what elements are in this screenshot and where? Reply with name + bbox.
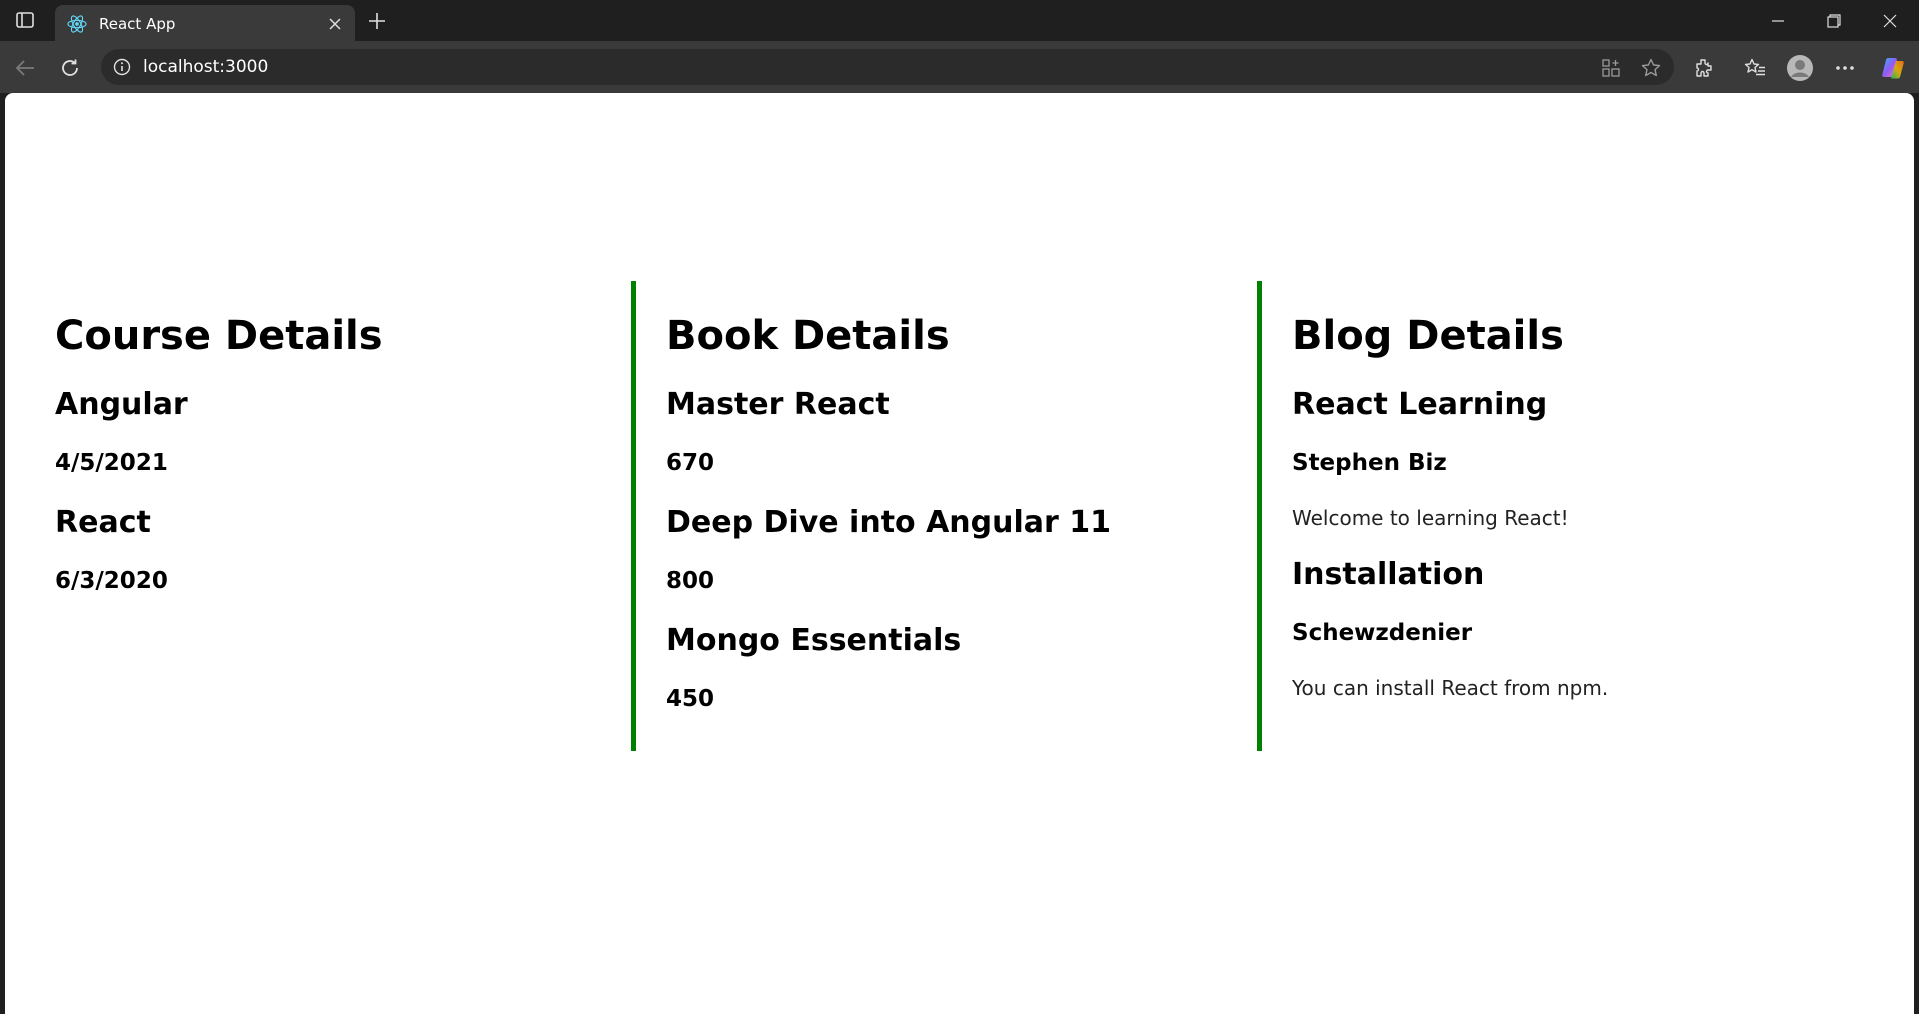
favorites-list-icon[interactable] — [1738, 51, 1772, 85]
address-bar[interactable]: localhost:3000 — [101, 49, 1674, 85]
blog-author: Schewzdenier — [1292, 620, 1473, 646]
react-logo-icon — [67, 14, 87, 34]
blog-title: React Learning — [1292, 387, 1548, 422]
book-name: Deep Dive into Angular 11 — [666, 505, 1112, 540]
book-item: Deep Dive into Angular 11 800 — [666, 503, 1257, 597]
close-window-icon[interactable] — [1862, 4, 1918, 38]
course-details-heading: Course Details — [55, 313, 383, 359]
new-tab-icon[interactable] — [362, 6, 392, 36]
tab-react-app[interactable]: React App — [55, 5, 355, 42]
blog-content: You can install React from npm. — [1292, 676, 1609, 700]
blog-details-section: Blog Details React Learning Stephen Biz … — [1257, 281, 1883, 751]
site-info-icon[interactable] — [113, 58, 131, 76]
profile-avatar-icon[interactable] — [1783, 51, 1817, 85]
course-details-section: Course Details Angular 4/5/2021 React 6/… — [5, 281, 631, 751]
url-text: localhost:3000 — [143, 57, 269, 77]
reload-icon[interactable] — [53, 51, 87, 85]
tab-title: React App — [99, 14, 176, 33]
course-name: Angular — [55, 387, 188, 422]
book-price: 450 — [666, 686, 715, 712]
back-arrow-icon[interactable] — [8, 51, 42, 85]
details-columns: Course Details Angular 4/5/2021 React 6/… — [5, 281, 1914, 751]
tab-actions-icon — [16, 12, 34, 28]
blog-item: React Learning Stephen Biz Welcome to le… — [1292, 385, 1883, 533]
tab-close-icon[interactable] — [321, 10, 349, 38]
course-item: React 6/3/2020 — [55, 503, 631, 597]
book-name: Master React — [666, 387, 890, 422]
blog-details-heading: Blog Details — [1292, 313, 1564, 359]
course-item: Angular 4/5/2021 — [55, 385, 631, 479]
book-item: Master React 670 — [666, 385, 1257, 479]
book-price: 670 — [666, 450, 715, 476]
book-item: Mongo Essentials 450 — [666, 621, 1257, 715]
book-price: 800 — [666, 568, 715, 594]
more-options-icon[interactable] — [1828, 51, 1862, 85]
course-date: 6/3/2020 — [55, 568, 168, 594]
blog-title: Installation — [1292, 557, 1485, 592]
extensions-icon[interactable] — [1686, 51, 1720, 85]
copilot-icon[interactable] — [1876, 51, 1910, 85]
tab-actions-button[interactable] — [10, 8, 40, 32]
course-name: React — [55, 505, 151, 540]
browser-title-bar: React App — [0, 0, 1919, 42]
book-name: Mongo Essentials — [666, 623, 962, 658]
minimize-icon[interactable] — [1750, 4, 1806, 38]
blog-item: Installation Schewzdenier You can instal… — [1292, 555, 1883, 703]
favorite-star-icon[interactable] — [1638, 55, 1664, 81]
page-viewport: Course Details Angular 4/5/2021 React 6/… — [5, 93, 1914, 1014]
book-details-heading: Book Details — [666, 313, 950, 359]
course-date: 4/5/2021 — [55, 450, 168, 476]
restore-icon[interactable] — [1806, 4, 1862, 38]
book-details-section: Book Details Master React 670 Deep Dive … — [631, 281, 1257, 751]
app-available-icon[interactable] — [1598, 55, 1624, 81]
blog-content: Welcome to learning React! — [1292, 506, 1569, 530]
browser-navigation-bar: localhost:3000 — [0, 41, 1919, 93]
blog-author: Stephen Biz — [1292, 450, 1447, 476]
